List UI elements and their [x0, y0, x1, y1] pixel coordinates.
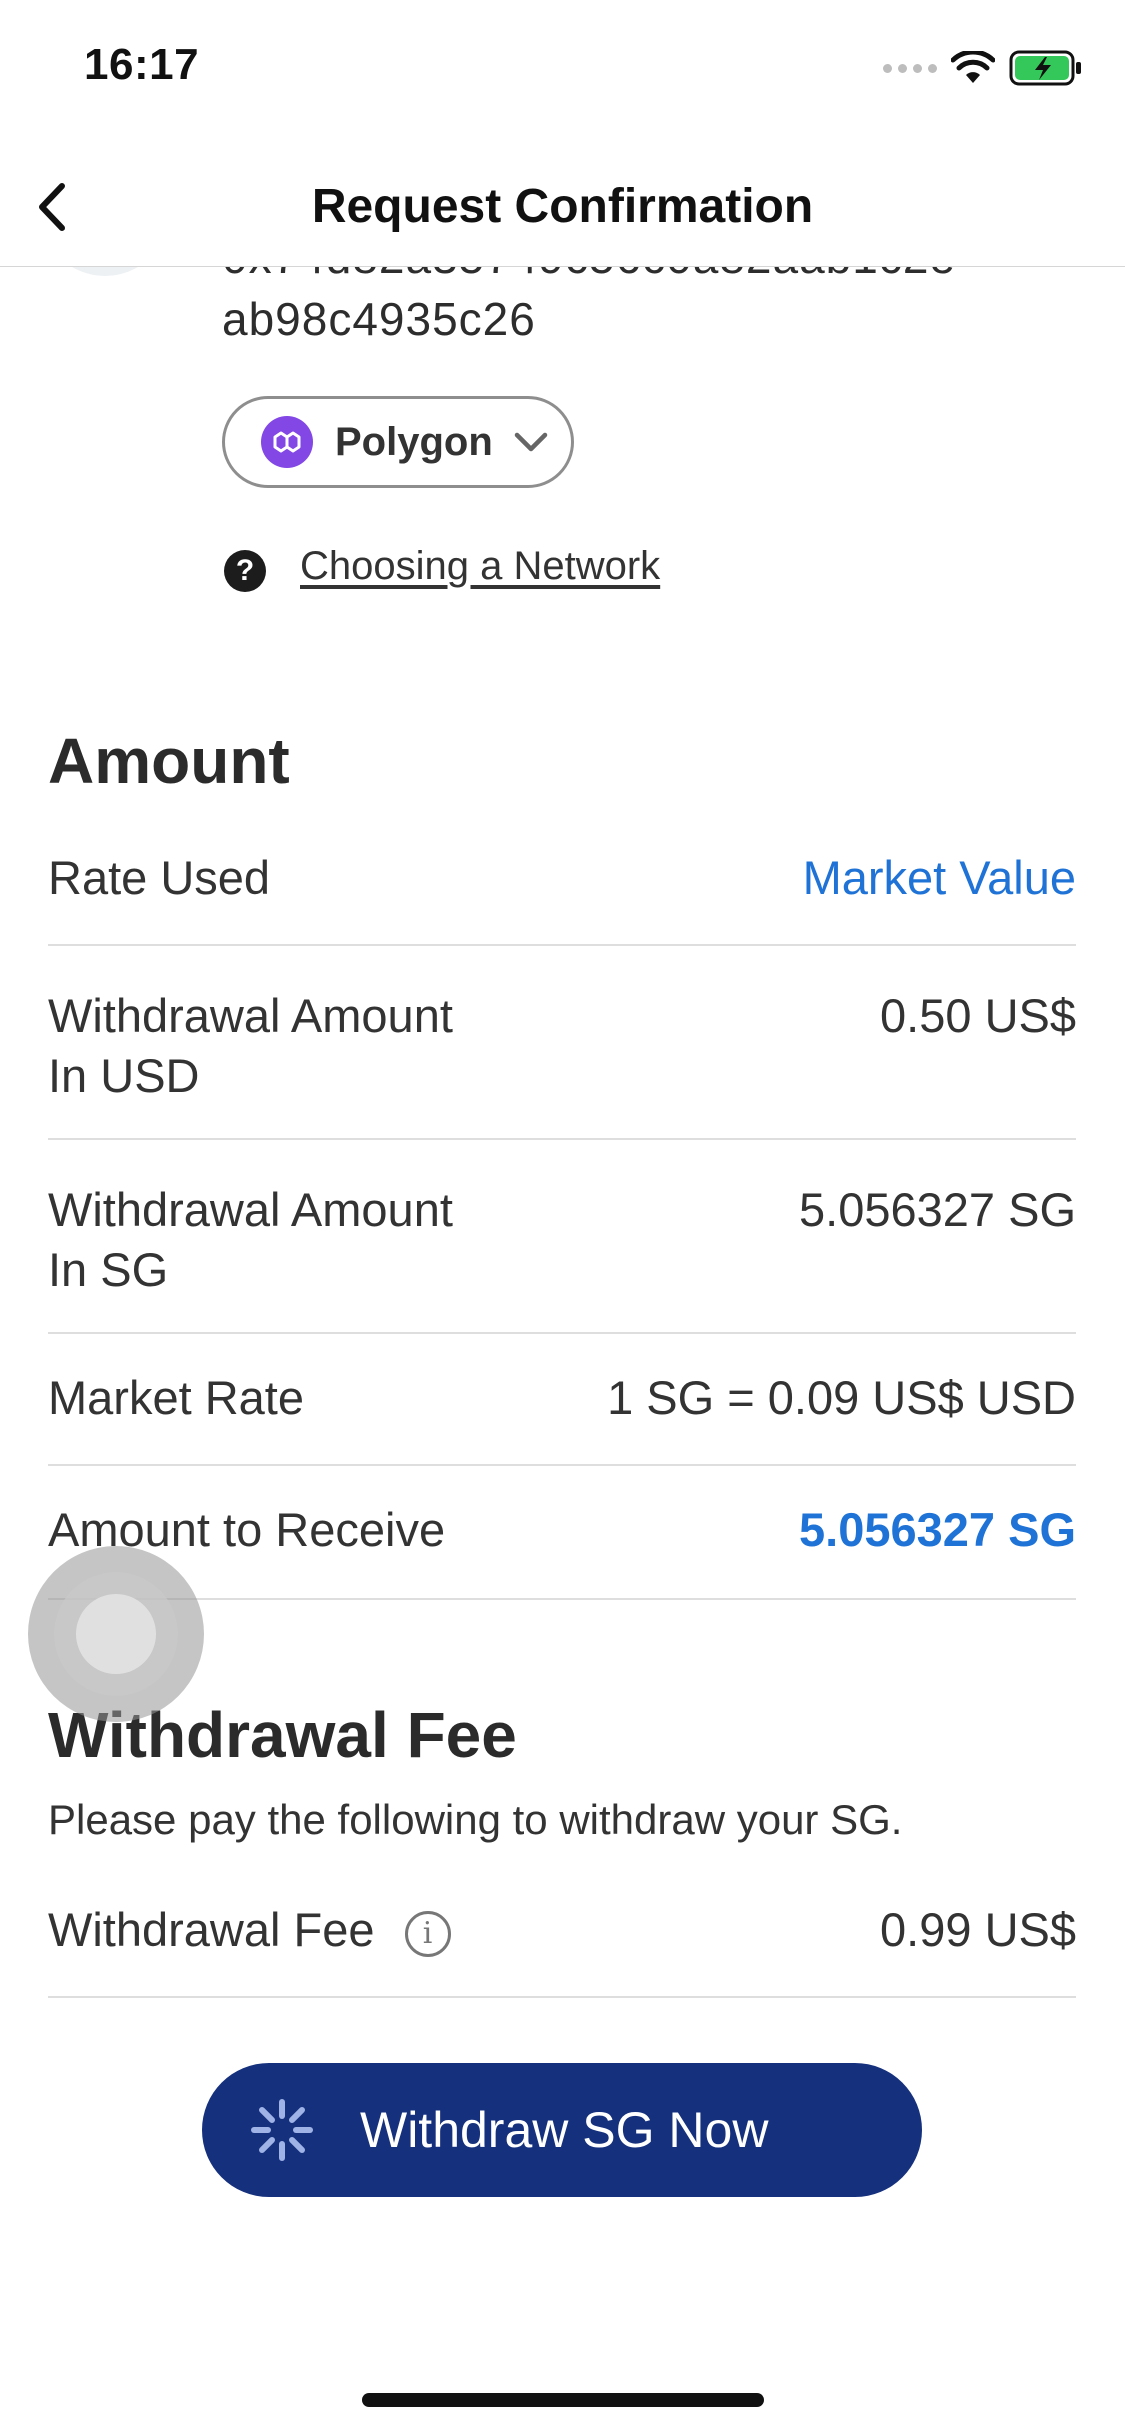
wallet-address-line-2: ab98c4935c26	[222, 293, 536, 345]
wallet-address-line-1: 0x74d82a35749c56c0a82aab1c2e	[222, 266, 956, 288]
market-rate-row: Market Rate 1 SG = 0.09 US$ USD	[48, 1332, 1076, 1466]
withdrawal-usd-label: Withdrawal Amount In USD	[48, 989, 453, 1102]
withdrawal-fee-value: 0.99 US$	[880, 1903, 1076, 1956]
market-rate-value: 1 SG = 0.09 US$ USD	[607, 1371, 1076, 1424]
withdrawal-fee-row: Withdrawal Fee i 0.99 US$	[48, 1866, 1076, 1998]
withdraw-sg-now-button[interactable]: Withdraw SG Now	[202, 2063, 922, 2197]
wifi-icon	[951, 51, 995, 83]
withdraw-button-label: Withdraw SG Now	[360, 2102, 769, 2158]
cellular-signal-icon	[883, 63, 937, 73]
withdrawal-sg-value: 5.056327 SG	[799, 1183, 1076, 1236]
withdrawal-usd-row: Withdrawal Amount In USD 0.50 US$	[48, 944, 1076, 1140]
network-label: Polygon	[335, 419, 493, 464]
market-rate-label: Market Rate	[48, 1371, 304, 1424]
amount-to-receive-value: 5.056327 SG	[799, 1503, 1076, 1556]
withdrawal-sg-row: Withdrawal Amount In SG 5.056327 SG	[48, 1138, 1076, 1334]
rate-used-label: Rate Used	[48, 851, 271, 904]
amount-to-receive-row: Amount to Receive 5.056327 SG	[48, 1464, 1076, 1600]
status-time: 16:17	[84, 40, 200, 89]
choosing-network-link[interactable]: Choosing a Network	[300, 544, 660, 589]
rate-used-row: Rate Used Market Value	[48, 826, 1076, 946]
withdrawal-usd-value: 0.50 US$	[880, 989, 1076, 1042]
amount-section-title: Amount	[48, 725, 290, 797]
info-icon[interactable]: i	[404, 1910, 451, 1957]
chevron-down-icon	[514, 432, 548, 452]
rate-used-value[interactable]: Market Value	[803, 848, 1076, 908]
status-icons	[883, 48, 1083, 88]
withdrawal-fee-label: Withdrawal Fee	[48, 1903, 375, 1956]
scroll-content[interactable]: 0x74d82a35749c56c0a82aab1c2e ab98c4935c2…	[0, 266, 1125, 2436]
loading-spinner-icon	[251, 2099, 313, 2161]
fee-description: Please pay the following to withdraw you…	[48, 1796, 903, 1843]
wallet-avatar	[40, 266, 170, 276]
network-selector[interactable]: Polygon	[222, 396, 574, 488]
question-icon: ?	[224, 550, 266, 592]
withdrawal-fee-label-wrap: Withdrawal Fee i	[48, 1900, 451, 1960]
back-button[interactable]	[18, 172, 88, 242]
navigation-bar: Request Confirmation	[0, 150, 1125, 267]
home-indicator[interactable]	[362, 2393, 764, 2407]
polygon-logo-icon	[261, 416, 313, 468]
touch-indicator	[28, 1546, 204, 1722]
wallet-address: 0x74d82a35749c56c0a82aab1c2e ab98c4935c2…	[222, 266, 956, 350]
page-title: Request Confirmation	[311, 180, 814, 233]
chevron-left-icon	[39, 183, 65, 231]
battery-charging-icon	[1009, 50, 1081, 86]
withdrawal-sg-label: Withdrawal Amount In SG	[48, 1183, 453, 1296]
